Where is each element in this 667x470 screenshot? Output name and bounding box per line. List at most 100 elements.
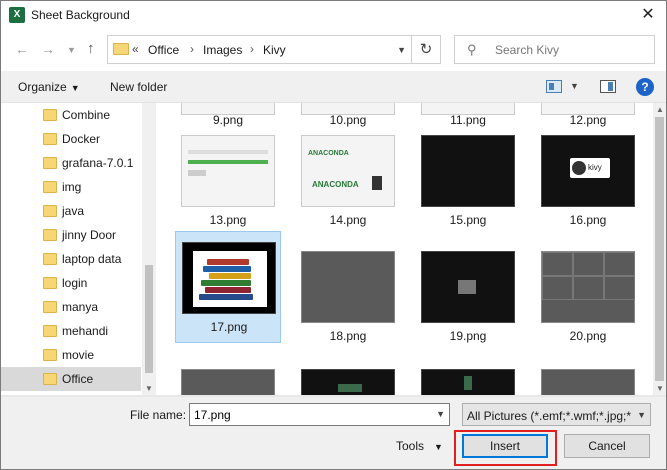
file-thumbnail: kivy [541,135,635,207]
chevron-down-icon: ▼ [434,442,443,452]
nav-folder-laptop-data[interactable]: laptop data [1,247,141,271]
sheet-background-dialog: X Sheet Background ✕ ← → ▼ ↑ « Office › … [0,0,667,470]
books-image [193,251,267,307]
grid-cell [604,276,635,300]
nav-folder-label: mehandi [62,324,109,338]
nav-folder-label: login [62,276,88,290]
file-tile[interactable] [415,359,521,395]
new-folder-button[interactable]: New folder [110,80,167,94]
file-thumbnail [421,369,515,395]
navigation-row: ← → ▼ ↑ « Office › Images › Kivy ▼ ↻ ⚲ S… [1,31,666,69]
chevron-down-icon: ▼ [70,83,80,93]
nav-folder-docker[interactable]: Docker [1,127,141,151]
view-options-chevron-icon[interactable]: ▼ [570,81,579,91]
file-name-input[interactable] [190,404,430,425]
title-bar: X Sheet Background ✕ [1,1,666,29]
file-tile[interactable]: 20.png [535,241,641,353]
close-button[interactable]: ✕ [638,5,658,25]
file-tile[interactable] [175,359,281,395]
folder-icon [43,277,57,289]
nav-folder-label: img [62,180,82,194]
thumbnail-widget-shape [338,384,362,392]
folder-icon [43,133,57,145]
file-tile[interactable]: 19.png [415,241,521,353]
folder-icon [43,301,57,313]
breadcrumb-office[interactable]: Office [148,43,179,57]
kivy-logo-mark [572,161,586,175]
breadcrumb-images[interactable]: Images [203,43,242,57]
nav-folder-login[interactable]: login [1,271,141,295]
progress-bar [188,160,268,164]
scrollbar-thumb[interactable] [655,117,664,381]
folder-icon [43,229,57,241]
book-shape [203,266,251,272]
file-type-value: All Pictures (*.emf;*.wmf;*.jpg;* [467,409,631,423]
thumbnail-widget-shape [464,376,472,390]
grid-cell [604,252,635,276]
scroll-up-icon[interactable]: ▲ [656,105,664,114]
file-tile[interactable]: kivy 16.png [535,125,641,237]
change-view-icon[interactable] [546,80,562,93]
nav-folder-manya[interactable]: manya [1,295,141,319]
installer-header-bar [188,150,268,154]
cancel-button[interactable]: Cancel [564,434,650,458]
dialog-title: Sheet Background [31,8,130,22]
nav-folder-combine[interactable]: Combine [1,103,141,127]
tools-menu-button[interactable]: Tools ▼ [396,439,443,453]
file-name-field[interactable]: ▼ [189,403,450,426]
nav-folder-img[interactable]: img [1,175,141,199]
folder-icon [43,181,57,193]
file-tile-selected[interactable]: 17.png [175,231,281,343]
file-thumbnail [541,251,635,323]
refresh-icon[interactable]: ↻ [411,36,440,63]
file-tile[interactable]: 15.png [415,125,521,237]
nav-folder-java[interactable]: java [1,199,141,223]
book-shape [209,273,251,279]
scroll-down-icon[interactable]: ▼ [145,384,153,393]
address-bar[interactable]: « Office › Images › Kivy ▼ ↻ [107,35,441,64]
file-tile[interactable] [535,359,641,395]
file-tile[interactable]: ANACONDA ANACONDA 14.png [295,125,401,237]
scroll-down-icon[interactable]: ▼ [656,384,664,393]
nav-pane-scrollbar[interactable]: ▼ [142,103,156,395]
folder-icon [43,253,57,265]
breadcrumb-separator[interactable]: › [190,42,194,56]
scrollbar-thumb[interactable] [145,265,153,373]
chevron-down-icon[interactable]: ▼ [436,409,445,419]
recent-locations-chevron-icon[interactable]: ▼ [67,45,76,55]
nav-folder-office[interactable]: Office [1,367,141,391]
back-arrow-icon[interactable]: ← [15,41,29,57]
file-name: 15.png [449,213,487,227]
file-tile[interactable] [295,359,401,395]
address-dropdown-icon[interactable]: ▼ [397,45,406,55]
nav-folder-label: Docker [62,132,101,146]
help-icon[interactable]: ? [636,78,654,96]
file-tile[interactable]: 13.png [175,125,281,237]
file-thumbnail: ANACONDA ANACONDA [301,135,395,207]
book-shape [201,280,251,286]
grid-cell [573,252,604,276]
file-thumbnail [421,135,515,207]
preview-pane-icon[interactable] [600,80,616,93]
file-type-select[interactable]: All Pictures (*.emf;*.wmf;*.jpg;* ▼ [462,403,651,426]
organize-button[interactable]: Organize ▼ [18,80,80,94]
breadcrumb-separator[interactable]: › [250,42,254,56]
navigation-pane: Combine Docker grafana-7.0.1 img java ji… [1,103,156,395]
book-shape [207,259,249,265]
nav-folder-grafana[interactable]: grafana-7.0.1 [1,151,141,175]
breadcrumb-overflow[interactable]: « [132,42,139,56]
forward-arrow-icon[interactable]: → [41,41,55,57]
nav-folder-jinny-door[interactable]: jinny Door [1,223,141,247]
file-view-scrollbar[interactable]: ▲ ▼ [653,103,666,395]
up-arrow-icon[interactable]: ↑ [87,40,95,57]
file-thumbnail [181,135,275,207]
search-input[interactable]: ⚲ Search Kivy [454,35,655,64]
breadcrumb-kivy[interactable]: Kivy [263,43,286,57]
file-name: 19.png [449,329,487,343]
folder-icon [43,325,57,337]
nav-folder-mehandi[interactable]: mehandi [1,319,141,343]
nav-folder-movie[interactable]: movie [1,343,141,367]
file-tile[interactable]: 18.png [295,241,401,353]
grid-cell [542,252,573,276]
search-icon: ⚲ [467,42,477,57]
